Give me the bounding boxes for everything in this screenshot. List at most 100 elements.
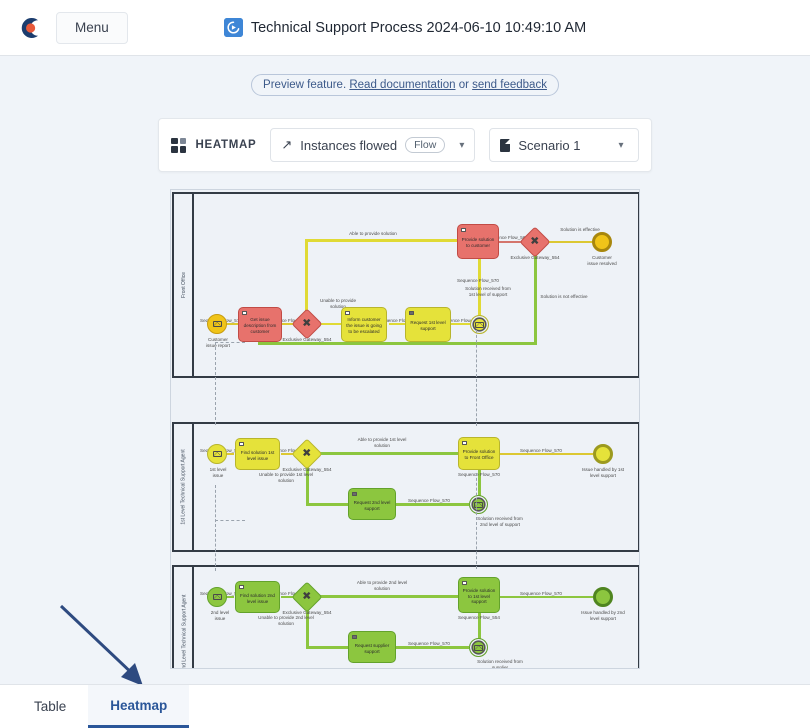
flow-label: Sequence Flow_570 bbox=[520, 591, 562, 596]
user-task-icon bbox=[239, 441, 244, 446]
metric-select[interactable]: ↗ Instances flowed Flow ▾ bbox=[270, 128, 476, 162]
sequence-flow bbox=[305, 239, 308, 319]
message-start-event-1st-level-issue[interactable] bbox=[207, 444, 227, 464]
task-request-supplier-support[interactable]: Request supplier support bbox=[348, 631, 396, 663]
message-start-event-2nd-level-issue[interactable] bbox=[207, 587, 227, 607]
end-event-issue-handled-2nd-level[interactable] bbox=[593, 587, 613, 607]
user-task-icon bbox=[461, 227, 466, 232]
heatmap-grid-icon bbox=[171, 137, 187, 153]
tab-table[interactable]: Table bbox=[12, 685, 89, 728]
exclusive-gateway-2nd-level[interactable]: ✖ bbox=[291, 581, 323, 613]
envelope-icon bbox=[212, 594, 222, 600]
sequence-flow bbox=[319, 323, 341, 325]
sequence-flow bbox=[478, 254, 481, 316]
task-provide-solution-to-front-office[interactable]: Provide solution to Front Office bbox=[458, 437, 500, 470]
tab-heatmap-label: Heatmap bbox=[110, 697, 168, 713]
task-request-2nd-level-support[interactable]: Request 2nd level support bbox=[348, 488, 396, 520]
message-flow bbox=[215, 342, 245, 343]
trend-up-icon: ↗ bbox=[281, 137, 293, 152]
task-label: Provide solution to Front Office bbox=[462, 449, 496, 460]
task-provide-solution-to-customer[interactable]: Provide solution to customer bbox=[457, 224, 499, 259]
camunda-logo-icon bbox=[21, 17, 38, 38]
menu-button[interactable]: Menu bbox=[56, 11, 128, 44]
metric-badge: Flow bbox=[405, 137, 446, 153]
task-inform-customer-escalated[interactable]: Inform customer the issue is going to be… bbox=[341, 307, 387, 342]
envelope-icon bbox=[474, 644, 483, 651]
bottom-tab-bar: Table Heatmap bbox=[0, 684, 810, 728]
process-instance-icon bbox=[223, 18, 243, 37]
user-task-icon bbox=[462, 440, 467, 445]
envelope-icon bbox=[475, 321, 484, 328]
gateway-label: Exclusive Gateway_554 bbox=[282, 610, 332, 615]
intermediate-event-solution-received-1st-level[interactable] bbox=[470, 315, 489, 334]
task-label: Provide solution to 1st level support bbox=[462, 587, 496, 605]
exclusive-gateway-1st-level[interactable]: ✖ bbox=[291, 438, 323, 470]
pool-label-front-office: Front Office bbox=[181, 271, 187, 299]
flow-label: Able to provide 1st level solution bbox=[357, 437, 407, 448]
page-title-text: Technical Support Process 2024-06-10 10:… bbox=[250, 19, 587, 36]
event-label: 2nd level issue bbox=[210, 610, 230, 621]
heatmap-toolbar-row: HEATMAP ↗ Instances flowed Flow ▾ Scenar… bbox=[0, 118, 810, 172]
camunda-logo[interactable] bbox=[16, 15, 42, 41]
intermediate-event-solution-received-supplier[interactable] bbox=[469, 638, 488, 657]
flow-label: Sequence Flow_570 bbox=[520, 448, 562, 453]
send-feedback-link[interactable]: send feedback bbox=[472, 79, 547, 91]
task-find-solution-2nd-level-issue[interactable]: Find solution 2nd level issue bbox=[235, 581, 280, 613]
event-label: Solution received from supplier bbox=[477, 659, 523, 669]
app-header: Menu Technical Support Process 2024-06-1… bbox=[0, 0, 810, 56]
exclusive-gateway-front-office-2[interactable]: ✖ bbox=[519, 226, 551, 258]
sequence-flow bbox=[478, 465, 481, 499]
tab-heatmap[interactable]: Heatmap bbox=[88, 685, 190, 728]
message-flow bbox=[476, 330, 477, 426]
pool-2nd-level-support: 2nd Level Technical Support Agent Sequen… bbox=[172, 565, 639, 669]
flow-label: Able to provide solution bbox=[349, 231, 397, 236]
sequence-flow bbox=[546, 241, 592, 243]
user-task-icon bbox=[345, 310, 350, 315]
task-label: Provide solution to customer bbox=[461, 237, 495, 248]
metric-select-label: Instances flowed bbox=[300, 137, 398, 153]
gateway-label: Exclusive Gateway_554 bbox=[282, 337, 332, 342]
task-label: Request 2nd level support bbox=[353, 499, 391, 511]
user-task-icon bbox=[242, 310, 247, 315]
sequence-flow bbox=[478, 608, 481, 642]
envelope-icon bbox=[212, 321, 222, 327]
diagram-canvas-wrap: Front Office Sequence Flow_570 Sequence … bbox=[0, 189, 810, 669]
task-label: Find solution 1st level issue bbox=[240, 449, 275, 461]
scenario-select[interactable]: Scenario 1 ▾ bbox=[489, 128, 639, 162]
task-request-1st-level-support[interactable]: Request 1st level support bbox=[405, 307, 451, 342]
event-label: Solution received from 2nd level of supp… bbox=[477, 516, 523, 527]
flow-label: Sequence Flow_570 bbox=[457, 278, 499, 283]
flow-label: Sequence Flow_554 bbox=[458, 615, 500, 620]
pool-label-2nd-level: 2nd Level Technical Support Agent bbox=[181, 594, 188, 669]
task-find-solution-1st-level-issue[interactable]: Find solution 1st level issue bbox=[235, 438, 280, 470]
task-label: Request supplier support bbox=[354, 642, 390, 654]
task-get-issue-description[interactable]: Get issue description from customer bbox=[238, 307, 282, 342]
pool-front-office: Front Office Sequence Flow_570 Sequence … bbox=[172, 192, 639, 378]
message-flow bbox=[215, 520, 245, 521]
task-provide-solution-to-1st-level[interactable]: Provide solution to 1st level support bbox=[458, 577, 500, 613]
preview-banner-prefix: Preview feature. bbox=[263, 79, 347, 91]
tab-table-label: Table bbox=[34, 699, 67, 714]
envelope-icon bbox=[212, 451, 222, 457]
bpmn-diagram[interactable]: Front Office Sequence Flow_570 Sequence … bbox=[170, 189, 640, 669]
read-documentation-link[interactable]: Read documentation bbox=[349, 79, 455, 91]
user-task-icon bbox=[462, 580, 467, 585]
user-task-icon bbox=[239, 584, 244, 589]
sequence-flow bbox=[305, 239, 459, 242]
document-icon bbox=[500, 138, 511, 152]
heatmap-label: HEATMAP bbox=[195, 139, 257, 151]
start-event-customer-issue-report[interactable] bbox=[207, 314, 227, 334]
event-label: Issue handled by 1st level support bbox=[581, 467, 625, 478]
heatmap-label-group: HEATMAP bbox=[171, 137, 257, 153]
end-event-issue-handled-1st-level[interactable] bbox=[593, 444, 613, 464]
task-label: Inform customer the issue is going to be… bbox=[346, 317, 382, 334]
sequence-flow bbox=[306, 503, 348, 506]
event-label: Solution received from 1st level of supp… bbox=[465, 286, 511, 297]
sequence-flow bbox=[318, 595, 458, 598]
preview-banner-row: Preview feature. Read documentation or s… bbox=[0, 74, 810, 96]
intermediate-event-solution-received-2nd-level[interactable] bbox=[469, 495, 488, 514]
task-label: Get issue description from customer bbox=[243, 317, 277, 334]
gateway-label: Exclusive Gateway_554 bbox=[282, 467, 332, 472]
exclusive-gateway-front-office-1[interactable]: ✖ bbox=[291, 308, 323, 340]
end-event-customer-issue-resolved[interactable] bbox=[592, 232, 612, 252]
